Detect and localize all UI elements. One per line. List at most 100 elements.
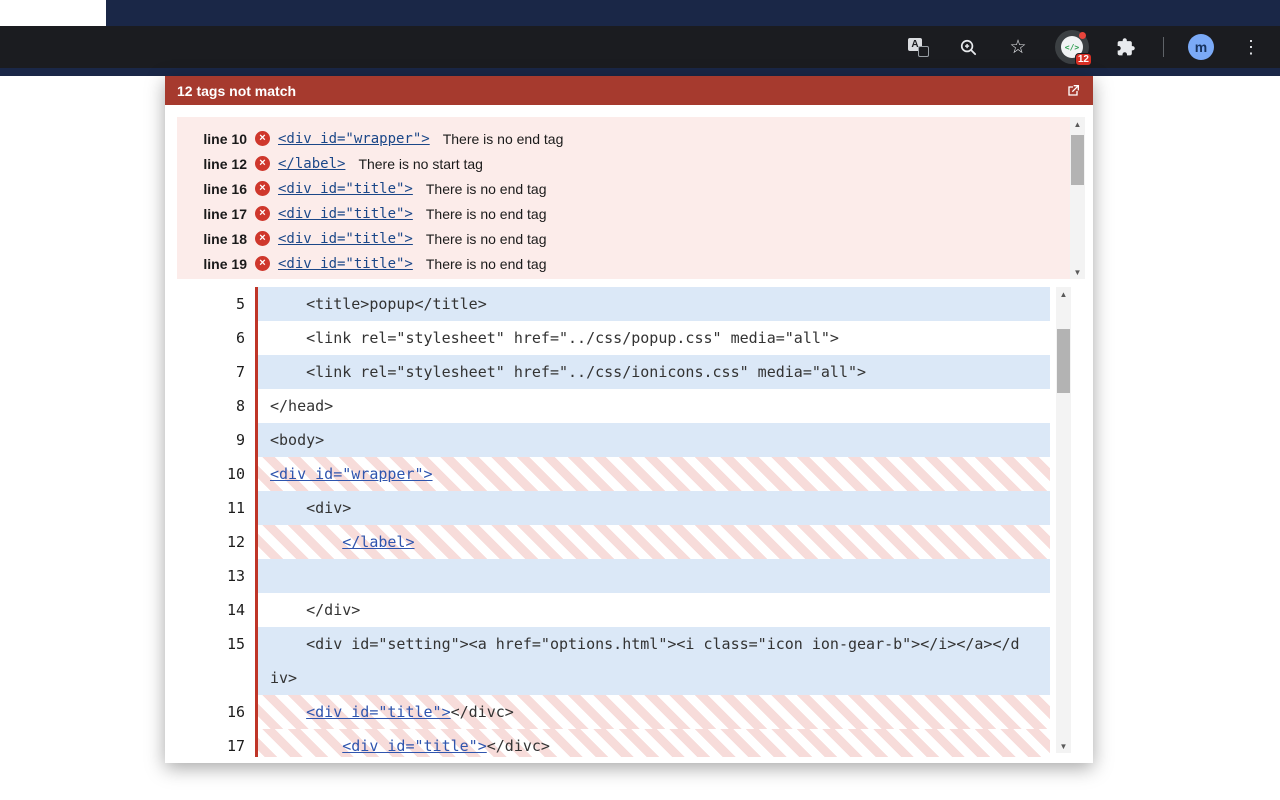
code-tag-link[interactable]: <div id="title"> [306, 703, 451, 721]
code-line: 5 <title>popup</title> [177, 287, 1050, 321]
code-text-segment: <body> [270, 431, 325, 449]
error-list-panel: line 10 × <div id="wrapper"> There is no en… [177, 117, 1085, 279]
error-line-number: line 18 [203, 230, 247, 247]
code-line: 6 <link rel="stylesheet" href="../css/po… [177, 321, 1050, 355]
code-line: 11 <div> [177, 491, 1050, 525]
code-content: </label> [255, 525, 1050, 559]
line-number: 5 [177, 287, 255, 321]
error-x-icon: × [255, 131, 270, 146]
code-text-segment: <div id="setting"><a href="options.html"… [270, 635, 1020, 687]
toolbar-separator [1163, 37, 1164, 57]
error-message: There is no start tag [358, 155, 483, 172]
code-content: <title>popup</title> [255, 287, 1050, 321]
open-in-new-tab-icon[interactable] [1065, 83, 1081, 99]
error-row: line 19 × <div id="title"> There is no end … [177, 251, 1059, 276]
scroll-up-icon[interactable]: ▲ [1056, 287, 1071, 301]
error-line-number: line 10 [203, 130, 247, 147]
error-line-number: line 16 [203, 180, 247, 197]
error-message: There is no end tag [425, 180, 547, 197]
line-number: 6 [177, 321, 255, 355]
code-line: 10 <div id="wrapper"> [177, 457, 1050, 491]
zoom-icon[interactable] [955, 34, 981, 60]
source-code-panel: 5 <title>popup</title> 6 <link rel="style… [177, 287, 1050, 757]
error-message: There is no end tag [425, 255, 547, 272]
error-line-number: line 19 [203, 255, 247, 272]
scroll-down-icon[interactable]: ▼ [1070, 265, 1085, 279]
scroll-down-icon[interactable]: ▼ [1056, 739, 1071, 753]
error-line-number: line 12 [203, 155, 247, 172]
code-scrollbar[interactable]: ▲ ▼ [1056, 287, 1071, 753]
line-number: 11 [177, 491, 255, 525]
code-text-segment: </divc> [486, 737, 550, 755]
code-text-segment: <title>popup</title> [270, 295, 487, 313]
code-line: 15 <div id="setting"><a href="options.ht… [177, 627, 1050, 695]
error-message: There is no end tag [425, 205, 547, 222]
bookmark-star-icon[interactable]: ☆ [1005, 34, 1031, 60]
extensions-puzzle-icon[interactable] [1113, 34, 1139, 60]
line-number: 9 [177, 423, 255, 457]
line-number: 8 [177, 389, 255, 423]
error-tag-link[interactable]: <div id="title"> [278, 256, 413, 272]
error-row: line 12 × </label> There is no start tag [177, 151, 1059, 176]
code-line: 12 </label> [177, 525, 1050, 559]
line-number: 13 [177, 559, 255, 593]
code-tag-link[interactable]: <div id="wrapper"> [270, 465, 433, 483]
tab-strip-notch [0, 0, 106, 26]
error-row: line 10 × <div id="wrapper"> There is no en… [177, 126, 1059, 151]
popup-header: 12 tags not match [165, 76, 1093, 105]
code-text-segment [270, 737, 342, 755]
error-tag-link[interactable]: <div id="title"> [278, 206, 413, 222]
extension-badge: 12 [1074, 53, 1092, 66]
line-number: 7 [177, 355, 255, 389]
scroll-up-icon[interactable]: ▲ [1070, 117, 1085, 131]
error-tag-link[interactable]: <div id="title"> [278, 231, 413, 247]
code-text-segment: <link rel="stylesheet" href="../css/popu… [270, 329, 839, 347]
error-row: line 18 × <div id="title"> There is no end … [177, 226, 1059, 251]
browser-menu-icon[interactable]: ⋮ [1238, 34, 1264, 60]
error-x-icon: × [255, 156, 270, 171]
code-content: <div id="title"></divc> [255, 695, 1050, 729]
code-line: 13 [177, 559, 1050, 593]
error-list: line 10 × <div id="wrapper"> There is no en… [177, 117, 1085, 276]
toolbar-bottom-strip [0, 68, 1280, 76]
code-content: <div id="wrapper"> [255, 457, 1050, 491]
code-tag-link[interactable]: <div id="title"> [342, 737, 487, 755]
scrollbar-thumb[interactable] [1071, 135, 1084, 185]
browser-toolbar: A ☆ </> 12 m ⋮ [0, 26, 1280, 68]
translate-icon[interactable]: A [905, 34, 931, 60]
popup-title: 12 tags not match [177, 82, 297, 99]
extension-popup: 12 tags not match line 10 × <div id="wrapp… [165, 76, 1093, 763]
code-text-segment [270, 703, 306, 721]
error-x-icon: × [255, 231, 270, 246]
code-line: 17 <div id="title"></divc> [177, 729, 1050, 757]
code-line: 7 <link rel="stylesheet" href="../css/io… [177, 355, 1050, 389]
scrollbar-thumb[interactable] [1057, 329, 1070, 393]
code-tag-link[interactable]: </label> [342, 533, 414, 551]
error-row: line 16 × <div id="title"> There is no end … [177, 176, 1059, 201]
error-line-number: line 17 [203, 205, 247, 222]
line-number: 14 [177, 593, 255, 627]
code-content: </div> [255, 593, 1050, 627]
browser-chrome: A ☆ </> 12 m ⋮ [0, 0, 1280, 76]
profile-avatar[interactable]: m [1188, 34, 1214, 60]
code-content: <div> [255, 491, 1050, 525]
code-content: <div id="title"></divc> [255, 729, 1050, 757]
line-number: 15 [177, 627, 255, 695]
code-line: 8 </head> [177, 389, 1050, 423]
error-message: There is no end tag [442, 130, 564, 147]
line-number: 17 [177, 729, 255, 757]
code-text-segment: <link rel="stylesheet" href="../css/ioni… [270, 363, 867, 381]
error-tag-link[interactable]: </label> [278, 156, 345, 172]
code-text-segment: </div> [270, 601, 361, 619]
extension-button[interactable]: </> 12 [1055, 30, 1092, 66]
code-text-segment: <div> [270, 499, 352, 517]
code-line: 14 </div> [177, 593, 1050, 627]
error-tag-link[interactable]: <div id="wrapper"> [278, 131, 430, 147]
line-number: 10 [177, 457, 255, 491]
error-list-scrollbar[interactable]: ▲ ▼ [1070, 117, 1085, 279]
error-tag-link[interactable]: <div id="title"> [278, 181, 413, 197]
error-x-icon: × [255, 206, 270, 221]
error-row: line 17 × <div id="title"> There is no end … [177, 201, 1059, 226]
code-content: <body> [255, 423, 1050, 457]
code-line: 9 <body> [177, 423, 1050, 457]
